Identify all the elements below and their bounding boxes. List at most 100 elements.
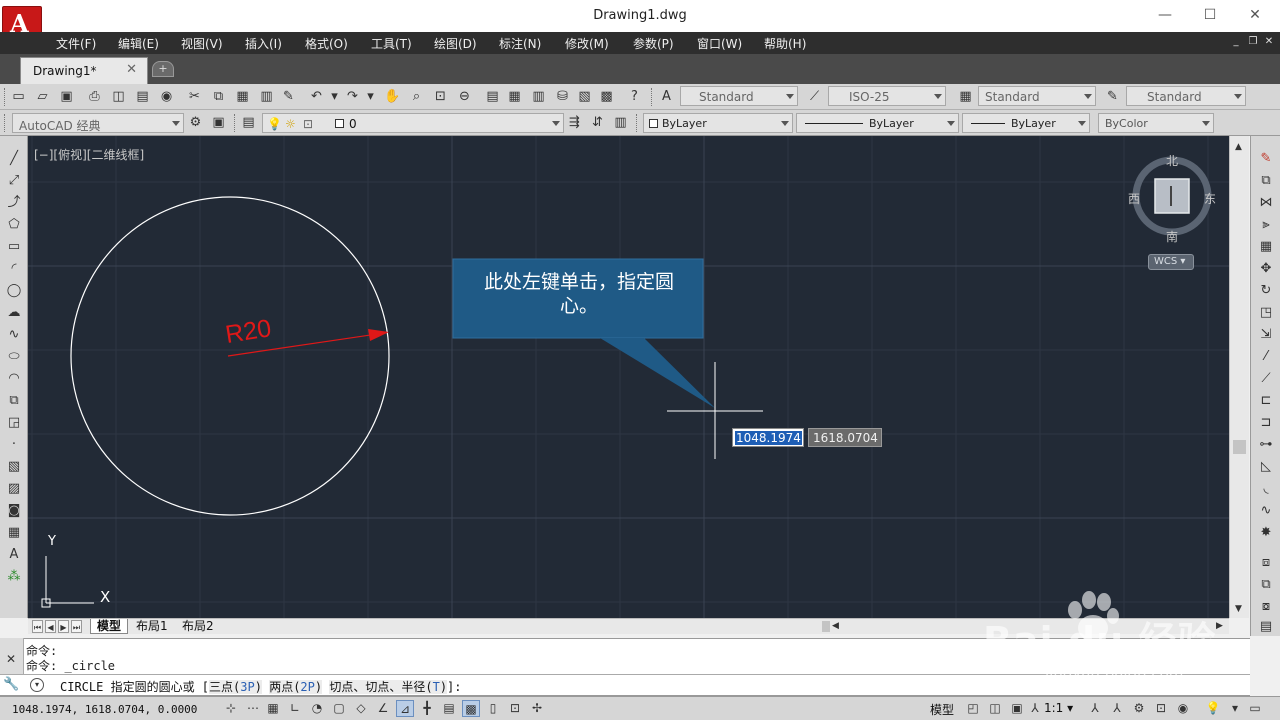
tab-drawing1[interactable]: Drawing1* ✕ (20, 57, 148, 84)
tab-close-icon[interactable]: ✕ (126, 62, 137, 77)
undo-icon[interactable]: ↶ (308, 88, 325, 105)
lineweight-select[interactable]: ByLayer (962, 113, 1090, 133)
array-icon[interactable]: ▦ (1257, 238, 1275, 256)
viewport-controls[interactable]: [−][俯视][二维线框] (34, 146, 144, 163)
insert-block-icon[interactable]: ⧉ (5, 392, 23, 410)
save-icon[interactable]: ▣ (58, 88, 75, 105)
text-style-select[interactable]: Standard (680, 86, 798, 106)
maximize-button[interactable]: ☐ (1195, 4, 1225, 26)
selection-cycling-icon[interactable]: ▩ (462, 700, 480, 717)
next-layout-icon[interactable]: ▶ (58, 620, 69, 633)
join-icon[interactable]: ⊶ (1257, 436, 1275, 454)
dynamic-input-x[interactable]: 1048.1974 (732, 428, 804, 447)
hatch-icon[interactable]: ▧ (5, 458, 23, 476)
explode-icon[interactable]: ✸ (1257, 524, 1275, 542)
help-icon[interactable]: ? (626, 88, 643, 105)
bring-to-front-icon[interactable]: ⧉ (1257, 576, 1275, 594)
dynamic-input-y[interactable]: 1618.0704 (808, 428, 882, 447)
gradient-icon[interactable]: ▨ (5, 480, 23, 498)
rotate-icon[interactable]: ↻ (1257, 282, 1275, 300)
menu-file[interactable]: 文件(F) (56, 35, 96, 52)
multileader-style-select[interactable]: Standard (1126, 86, 1246, 106)
point-icon[interactable]: · (5, 436, 23, 454)
break-at-point-icon[interactable]: ⊏ (1257, 392, 1275, 410)
layer-previous-icon[interactable]: ⇵ (589, 114, 606, 131)
viewcube-north[interactable]: 北 (1166, 152, 1178, 169)
print-preview-icon[interactable]: ◫ (110, 88, 127, 105)
close-window-button[interactable]: ✕ (1240, 4, 1270, 26)
toolbar-grip[interactable] (4, 114, 7, 132)
zoom-window-icon[interactable]: ⊡ (432, 88, 449, 105)
make-block-icon[interactable]: ◲ (5, 414, 23, 432)
menu-parameters[interactable]: 参数(P) (633, 35, 674, 52)
menu-modify[interactable]: 修改(M) (565, 35, 609, 52)
add-selected-icon[interactable]: ⁂ (5, 568, 23, 586)
construction-line-icon[interactable]: ⤢ (5, 172, 23, 190)
option-3p[interactable]: 三点(3P) (209, 680, 262, 694)
scroll-left-icon[interactable]: ◀ (832, 621, 839, 631)
transparency-icon[interactable]: ▤ (440, 700, 458, 717)
gizmo-icon[interactable]: ✢ (528, 700, 546, 717)
move-icon[interactable]: ✥ (1257, 260, 1275, 278)
text-style-icon[interactable]: A (658, 88, 675, 105)
publish-icon[interactable]: ▤ (134, 88, 151, 105)
tool-palettes-icon[interactable]: ▥ (530, 88, 547, 105)
multiline-text-icon[interactable]: A (5, 546, 23, 564)
pan-icon[interactable]: ✋ (384, 88, 401, 105)
menu-tools[interactable]: 工具(T) (371, 35, 412, 52)
toolbar-grip[interactable] (4, 88, 7, 106)
zoom-realtime-icon[interactable]: ⌕ (408, 88, 425, 105)
polygon-icon[interactable]: ⬠ (5, 216, 23, 234)
menu-view[interactable]: 视图(V) (181, 35, 223, 52)
customize-icon[interactable]: ▣ (210, 114, 227, 131)
match-properties-icon[interactable]: ▥ (258, 88, 275, 105)
viewcube-east[interactable]: 东 (1204, 190, 1216, 207)
layer-states-icon[interactable]: ▥ (612, 114, 629, 131)
tab-layout2[interactable]: 布局2 (176, 619, 220, 634)
quick-view-layouts-icon[interactable]: ◰ (964, 700, 982, 717)
scale-icon[interactable]: ◳ (1257, 304, 1275, 322)
region-icon[interactable]: ◙ (5, 502, 23, 520)
toolbar-grip[interactable] (636, 114, 639, 132)
snap-mode-icon[interactable]: ⋯ (244, 700, 262, 717)
dimension-style-select[interactable]: ISO-25 (828, 86, 946, 106)
redo-icon[interactable]: ↷ (344, 88, 361, 105)
last-layout-icon[interactable]: ⏭ (71, 620, 82, 633)
copy-object-icon[interactable]: ⧉ (1257, 172, 1275, 190)
arc-icon[interactable]: ◜ (5, 260, 23, 278)
chamfer-icon[interactable]: ◺ (1257, 458, 1275, 476)
tab-model[interactable]: 模型 (90, 619, 129, 634)
minimize-button[interactable]: — (1150, 4, 1180, 26)
menu-help[interactable]: 帮助(H) (764, 35, 806, 52)
spline-icon[interactable]: ∿ (5, 326, 23, 344)
redo-dropdown-icon[interactable]: ▾ (362, 88, 379, 105)
blend-curves-icon[interactable]: ∿ (1257, 502, 1275, 520)
infer-constraints-icon[interactable]: ⊹ (222, 700, 240, 717)
first-layout-icon[interactable]: ⏮ (32, 620, 43, 633)
mdi-minimize-icon[interactable]: _ (1230, 36, 1242, 48)
fillet-icon[interactable]: ◟ (1257, 480, 1275, 498)
annotation-monitor-icon[interactable]: ⊡ (506, 700, 524, 717)
model-space-button[interactable]: 模型 (930, 701, 954, 718)
cut-icon[interactable]: ✂ (186, 88, 203, 105)
grid-display-icon[interactable]: ▦ (264, 700, 282, 717)
menu-dimension[interactable]: 标注(N) (499, 35, 541, 52)
offset-icon[interactable]: ⫸ (1257, 216, 1275, 234)
dimension-style-icon[interactable]: ⟋ (806, 88, 823, 105)
wcs-menu[interactable]: WCS ▾ (1148, 254, 1194, 270)
open-file-icon[interactable]: ▱ (34, 88, 51, 105)
toolbar-grip[interactable] (651, 88, 654, 106)
polyline-icon[interactable]: ⤴ (5, 194, 23, 212)
trim-icon[interactable]: ⁄ (1257, 348, 1275, 366)
option-ttr[interactable]: 切点、切点、半径(T) (329, 680, 448, 694)
layer-select[interactable]: 💡 ☼ ⊡ 0 (262, 113, 564, 133)
table-style-select[interactable]: Standard (978, 86, 1096, 106)
ellipse-arc-icon[interactable]: ◠ (5, 370, 23, 388)
web-icon[interactable]: ◉ (158, 88, 175, 105)
draw-order-icon[interactable]: ⧈ (1257, 554, 1275, 572)
option-2p[interactable]: 两点(2P) (269, 680, 323, 694)
stretch-icon[interactable]: ⇲ (1257, 326, 1275, 344)
copy-icon[interactable]: ⧉ (210, 88, 227, 105)
print-icon[interactable]: ⎙ (86, 88, 103, 105)
wrench-icon[interactable]: 🔧 (3, 677, 23, 695)
